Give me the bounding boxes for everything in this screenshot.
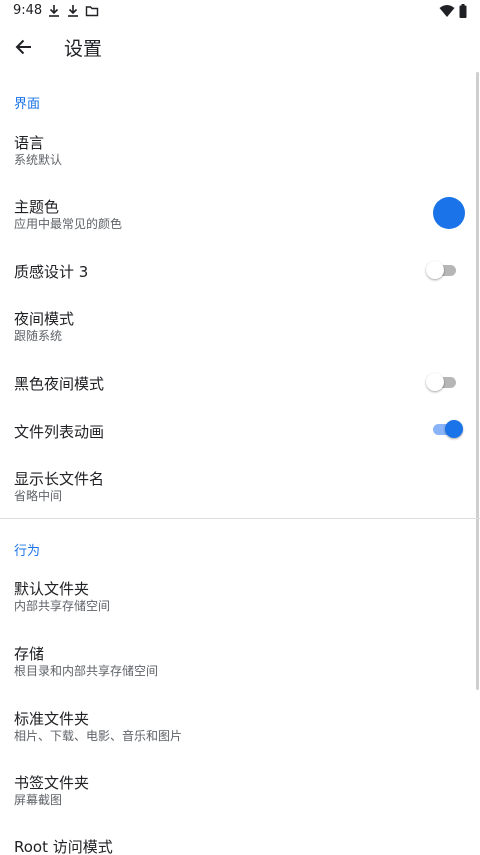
download-icon bbox=[49, 5, 59, 17]
pref-summary: 省略中间 bbox=[14, 489, 63, 503]
pref-default-folder[interactable]: 默认文件夹 内部共享存储空间 bbox=[0, 570, 476, 624]
section-header-interface: 界面 bbox=[14, 97, 41, 112]
pref-language[interactable]: 语言 系统默认 bbox=[0, 124, 476, 178]
pref-title: 存储 bbox=[14, 645, 45, 663]
status-time: 9:48 bbox=[13, 3, 43, 18]
pref-summary: 内部共享存储空间 bbox=[14, 599, 111, 613]
pref-standard-folders[interactable]: 标准文件夹 相片、下载、电影、音乐和图片 bbox=[0, 700, 476, 754]
folder-icon bbox=[85, 6, 99, 17]
pref-summary: 相片、下载、电影、音乐和图片 bbox=[14, 729, 183, 743]
pref-theme-color[interactable]: 主题色 应用中最常见的颜色 bbox=[0, 188, 476, 242]
pref-title: 显示长文件名 bbox=[14, 470, 105, 488]
arrow-back-icon bbox=[15, 39, 31, 55]
pref-list-animation[interactable]: 文件列表动画 bbox=[0, 412, 476, 452]
pref-title: 默认文件夹 bbox=[14, 580, 90, 598]
list-animation-switch[interactable] bbox=[429, 420, 463, 438]
pref-root-access[interactable]: Root 访问模式 bbox=[0, 828, 476, 855]
pref-summary: 屏幕截图 bbox=[14, 793, 63, 807]
material3-switch[interactable] bbox=[426, 261, 460, 279]
switch-thumb bbox=[426, 373, 444, 391]
wifi-icon bbox=[439, 5, 455, 17]
pref-storage[interactable]: 存储 根目录和内部共享存储空间 bbox=[0, 635, 476, 689]
back-button[interactable] bbox=[6, 29, 42, 65]
pref-title: 质感设计 3 bbox=[14, 263, 89, 281]
pref-title: 文件列表动画 bbox=[14, 423, 105, 441]
pref-summary: 应用中最常见的颜色 bbox=[14, 217, 123, 231]
pref-black-night-mode[interactable]: 黑色夜间模式 bbox=[0, 364, 476, 404]
pref-title: 主题色 bbox=[14, 198, 60, 216]
pref-summary: 根目录和内部共享存储空间 bbox=[14, 664, 159, 678]
pref-bookmark-folders[interactable]: 书签文件夹 屏幕截图 bbox=[0, 764, 476, 818]
pref-night-mode[interactable]: 夜间模式 跟随系统 bbox=[0, 300, 476, 354]
pref-title: Root 访问模式 bbox=[14, 838, 113, 855]
switch-thumb bbox=[445, 420, 463, 438]
status-bar: 9:48 bbox=[0, 0, 480, 24]
switch-thumb bbox=[426, 261, 444, 279]
battery-icon bbox=[459, 4, 467, 18]
pref-long-filename[interactable]: 显示长文件名 省略中间 bbox=[0, 460, 476, 514]
pref-summary: 跟随系统 bbox=[14, 329, 63, 343]
download-icon bbox=[68, 5, 78, 17]
app-bar: 设置 bbox=[0, 24, 480, 70]
scrollbar[interactable] bbox=[476, 72, 479, 690]
pref-summary: 系统默认 bbox=[14, 153, 63, 167]
pref-title: 标准文件夹 bbox=[14, 710, 90, 728]
pref-title: 语言 bbox=[14, 134, 45, 152]
section-header-behavior: 行为 bbox=[14, 544, 41, 559]
pref-title: 夜间模式 bbox=[14, 310, 75, 328]
page-title: 设置 bbox=[64, 38, 103, 60]
pref-title: 黑色夜间模式 bbox=[14, 375, 105, 393]
pref-title: 书签文件夹 bbox=[14, 774, 90, 792]
pref-material3[interactable]: 质感设计 3 bbox=[0, 252, 476, 292]
section-divider bbox=[0, 518, 480, 519]
black-night-switch[interactable] bbox=[426, 373, 460, 391]
theme-color-swatch[interactable] bbox=[433, 197, 465, 229]
